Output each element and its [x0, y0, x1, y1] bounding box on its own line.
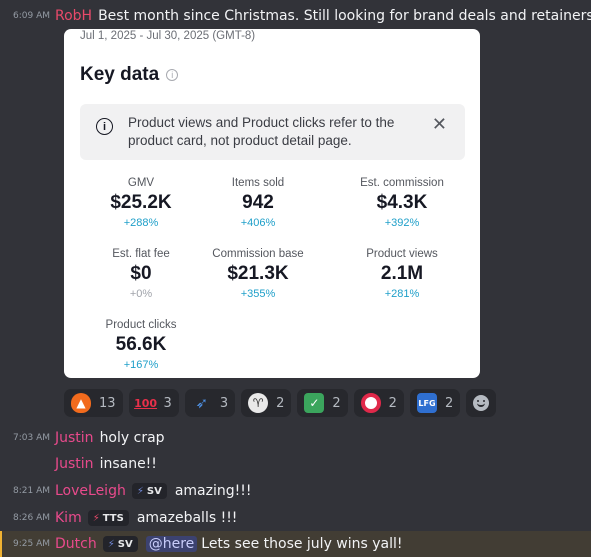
- reaction-rocket[interactable]: ➶ 3: [184, 389, 236, 417]
- message-timestamp: 7:03 AM: [13, 433, 50, 443]
- reaction-goat[interactable]: ♈ 2: [241, 389, 292, 417]
- reaction-check[interactable]: ✓ 2: [297, 389, 348, 417]
- message-row: 6:09 AM RobH Best month since Christmas.…: [0, 3, 591, 29]
- role-badge[interactable]: ⚡ SV: [102, 536, 138, 552]
- metric-commission-base: Commission base $21.3K +355%: [193, 248, 323, 300]
- message-row: 8:21 AM LoveLeigh ⚡ SV amazing!!!: [0, 478, 591, 504]
- message-author[interactable]: Justin: [55, 456, 94, 472]
- message-text: Best month since Christmas. Still lookin…: [98, 8, 591, 24]
- reaction-count: 3: [163, 395, 172, 411]
- reaction-fire[interactable]: ▲ 13: [64, 389, 123, 417]
- metric-change: +0%: [129, 288, 153, 300]
- reaction-count: 2: [332, 395, 341, 411]
- message-row: 7:03 AM Justin holy crap: [0, 425, 591, 451]
- lfg-emoji-icon: LFG: [416, 393, 437, 413]
- here-mention[interactable]: @here: [145, 536, 198, 552]
- message-timestamp: 9:25 AM: [13, 539, 50, 549]
- message-text: amazeballs !!!: [136, 510, 238, 526]
- badge-label: SV: [117, 538, 133, 550]
- smiley-add-icon: [473, 395, 490, 411]
- metric-product-clicks: Product clicks 56.6K +167%: [76, 319, 206, 371]
- badge-label: TTS: [102, 512, 124, 524]
- metric-label: Est. commission: [360, 177, 444, 189]
- message-row: Justin insane!!: [0, 451, 591, 477]
- metric-change: +392%: [384, 217, 420, 229]
- hundred-emoji-icon: 100: [134, 396, 158, 410]
- info-icon: i: [166, 69, 179, 81]
- reaction-count: 2: [388, 395, 397, 411]
- info-circle-icon: i: [96, 118, 113, 135]
- message-row-mention-highlight: 9:25 AM Dutch ⚡ SV @here Lets see those j…: [0, 531, 591, 557]
- lightning-icon: ⚡: [107, 538, 115, 550]
- metric-label: Commission base: [212, 248, 304, 260]
- message-author[interactable]: Dutch: [55, 536, 97, 552]
- role-badge[interactable]: ⚡ SV: [131, 483, 167, 499]
- reaction-target[interactable]: 2: [353, 389, 404, 417]
- reaction-count: 13: [99, 395, 116, 411]
- metric-label: Product views: [366, 248, 438, 260]
- metric-value: $21.3K: [227, 263, 289, 284]
- message-text: Lets see those july wins yall!: [201, 536, 403, 552]
- message-author[interactable]: Kim: [55, 510, 82, 526]
- metric-change: +281%: [384, 288, 420, 300]
- add-reaction-button[interactable]: [466, 389, 497, 417]
- metric-value: 56.6K: [115, 334, 167, 355]
- metric-est-flat-fee: Est. flat fee $0 +0%: [76, 248, 206, 300]
- key-data-heading: Key data i: [80, 64, 179, 86]
- attached-image-card[interactable]: Jul 1, 2025 - Jul 30, 2025 (GMT-8) Key d…: [64, 29, 480, 378]
- close-icon[interactable]: ✕: [432, 114, 447, 135]
- reaction-count: 3: [219, 395, 229, 411]
- message-timestamp: 6:09 AM: [13, 11, 50, 21]
- metric-change: +355%: [240, 288, 276, 300]
- lightning-icon: ⚡: [136, 485, 144, 497]
- message-row: 8:26 AM Kim ⚡ TTS amazeballs !!!: [0, 505, 591, 531]
- notice-banner: i Product views and Product clicks refer…: [80, 104, 465, 160]
- metric-value: $0: [130, 263, 152, 284]
- metric-value: 942: [242, 192, 274, 213]
- metric-value: 2.1M: [380, 263, 424, 284]
- metric-label: GMV: [127, 177, 155, 189]
- role-badge[interactable]: ⚡ TTS: [87, 510, 129, 526]
- reaction-count: 2: [276, 395, 285, 411]
- fire-emoji-icon: ▲: [71, 393, 91, 413]
- target-emoji-icon: [360, 393, 381, 413]
- message-author[interactable]: Justin: [55, 430, 94, 446]
- message-text: holy crap: [99, 430, 165, 446]
- metric-gmv: GMV $25.2K +288%: [76, 177, 206, 229]
- check-mark-emoji-icon: ✓: [304, 393, 325, 413]
- metric-items-sold: Items sold 942 +406%: [193, 177, 323, 229]
- metric-label: Items sold: [231, 177, 285, 189]
- reaction-count: 2: [444, 395, 454, 411]
- message-author[interactable]: LoveLeigh: [55, 483, 126, 499]
- message-text: amazing!!!: [174, 483, 252, 499]
- key-data-title: Key data: [80, 64, 160, 85]
- metric-change: +406%: [240, 217, 276, 229]
- metric-label: Est. flat fee: [112, 248, 170, 260]
- message-author[interactable]: RobH: [55, 8, 92, 24]
- metric-change: +288%: [123, 217, 159, 229]
- badge-label: SV: [146, 485, 162, 497]
- message-text: insane!!: [99, 456, 157, 472]
- metric-change: +167%: [123, 359, 159, 371]
- reaction-bar: ▲ 13 100 3 ➶ 3 ♈ 2 ✓ 2 2 LFG 2: [64, 389, 502, 417]
- goat-emoji-icon: ♈: [248, 393, 269, 413]
- notice-text: Product views and Product clicks refer t…: [128, 115, 395, 148]
- message-timestamp: 8:26 AM: [13, 513, 50, 523]
- metric-product-views: Product views 2.1M +281%: [337, 248, 467, 300]
- date-range: Jul 1, 2025 - Jul 30, 2025 (GMT-8): [80, 30, 256, 42]
- lightning-icon: ⚡: [92, 512, 100, 524]
- metric-est-commission: Est. commission $4.3K +392%: [337, 177, 467, 229]
- rocket-emoji-icon: ➶: [195, 394, 209, 412]
- message-timestamp: 8:21 AM: [13, 486, 50, 496]
- reaction-lfg[interactable]: LFG 2: [409, 389, 461, 417]
- reaction-hundred[interactable]: 100 3: [128, 389, 179, 417]
- metric-value: $4.3K: [376, 192, 428, 213]
- metric-value: $25.2K: [110, 192, 172, 213]
- metric-label: Product clicks: [105, 319, 177, 331]
